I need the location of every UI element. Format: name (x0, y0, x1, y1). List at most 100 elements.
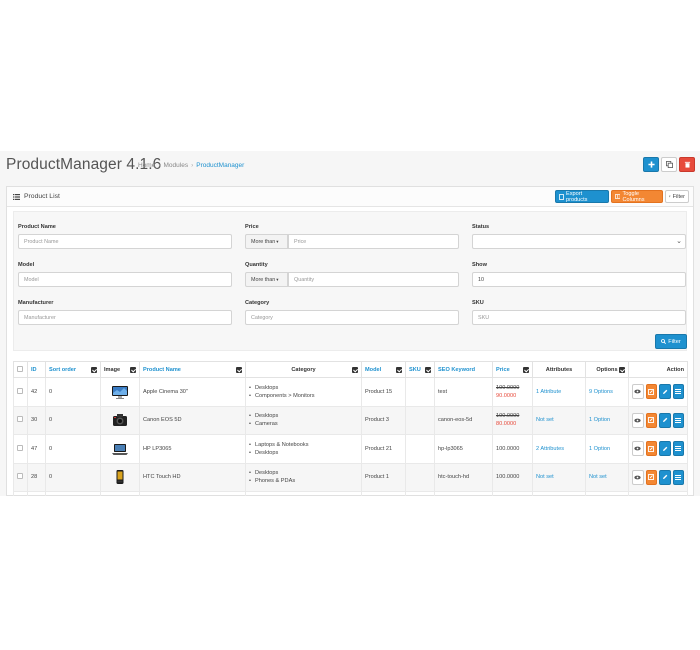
sku-label: SKU (472, 300, 484, 306)
column-visible-checkbox[interactable] (619, 367, 625, 373)
col-sku-header[interactable]: SKU (405, 361, 435, 378)
quantity-input[interactable]: Quantity (288, 272, 459, 287)
row-select-cell (13, 462, 28, 492)
options-link[interactable]: 1 Option (589, 417, 610, 423)
attributes-link[interactable]: Not set (536, 474, 554, 480)
edit-button[interactable] (659, 441, 671, 457)
view-button[interactable] (632, 441, 644, 457)
col-sort-order-label: Sort order (49, 366, 77, 373)
copy-button[interactable] (645, 469, 657, 485)
row-checkbox[interactable] (17, 416, 23, 423)
view-button[interactable] (632, 469, 644, 485)
column-visible-checkbox[interactable] (523, 367, 529, 373)
breadcrumb-separator: › (158, 162, 161, 169)
details-button[interactable] (672, 441, 684, 457)
column-visible-checkbox[interactable] (91, 367, 97, 373)
column-visible-checkbox[interactable] (425, 367, 431, 373)
row-category-cell: DesktopsPhones & PDAs (245, 462, 362, 492)
row-select-cell (13, 405, 28, 435)
col-product-name-header[interactable]: Product Name (139, 361, 246, 378)
col-price-header[interactable]: Price (492, 361, 533, 378)
row-category-cell: DesktopsCameras (245, 405, 362, 435)
edit-button[interactable] (659, 469, 671, 485)
eye-icon (634, 418, 641, 423)
breadcrumb-productmanager[interactable]: ProductManager (196, 162, 244, 169)
copy-button[interactable] (645, 441, 657, 457)
attributes-link[interactable]: Not set (536, 417, 554, 423)
column-visible-checkbox[interactable] (396, 367, 402, 373)
attributes-link[interactable]: 1 Attribute (536, 389, 561, 395)
row-checkbox[interactable] (17, 444, 23, 451)
col-id-header[interactable]: ID (27, 361, 46, 378)
copy-button[interactable] (645, 412, 657, 428)
filter-submit-button[interactable]: Filter (655, 334, 687, 349)
pencil-icon (662, 474, 668, 480)
price-old: 100.0000 (496, 384, 520, 391)
row-actions-cell (628, 434, 688, 464)
filter-toggle-button[interactable]: Filter (665, 190, 689, 203)
details-button[interactable] (672, 412, 684, 428)
view-button[interactable] (632, 412, 644, 428)
row-seo-keyword: test (434, 377, 493, 407)
row-actions-cell (628, 462, 688, 492)
row-sort-order: 0 (45, 405, 101, 435)
select-all-checkbox[interactable] (17, 365, 23, 372)
model-input[interactable]: Model (18, 272, 232, 287)
caret-down-icon: ▾ (276, 276, 279, 282)
toggle-columns-button[interactable]: Toggle Columns (611, 190, 663, 203)
row-model: Product 3 (361, 405, 406, 435)
row-sort-order: 0 (45, 377, 101, 407)
sku-input[interactable]: SKU (472, 310, 686, 325)
copy-product-button[interactable] (661, 157, 677, 172)
product-list-panel: Product List Export products Toggle Colu… (6, 186, 694, 496)
product-name-input[interactable]: Product Name (18, 234, 232, 249)
details-button[interactable] (672, 384, 684, 400)
breadcrumb-modules[interactable]: Modules (164, 162, 189, 169)
category-item: Cameras (249, 420, 358, 428)
status-select[interactable]: ⌄ (472, 234, 686, 249)
view-button[interactable] (632, 384, 644, 400)
details-button[interactable] (672, 469, 684, 485)
row-select-cell (13, 434, 28, 464)
row-id: 47 (27, 434, 46, 464)
col-options-label: Options (596, 366, 618, 373)
category-input[interactable]: Category (245, 310, 459, 325)
edit-button[interactable] (659, 412, 671, 428)
columns-icon (615, 194, 621, 199)
col-action-label: Action (666, 366, 684, 373)
col-attributes-label: Attributes (545, 366, 573, 373)
quantity-operator-select[interactable]: More than ▾ (245, 272, 288, 287)
product-table-wrapper: ID Sort order Image Product Name Categor… (13, 361, 688, 496)
manufacturer-input[interactable]: Manufacturer (18, 310, 232, 325)
price-input[interactable]: Price (288, 234, 459, 249)
edit-button[interactable] (659, 384, 671, 400)
row-product-name: Canon EOS 5D (139, 405, 246, 435)
export-products-button[interactable]: Export products (555, 190, 609, 203)
category-item: Desktops (249, 384, 358, 392)
attributes-link[interactable]: 2 Attributes (536, 446, 564, 452)
show-input[interactable]: 10 (472, 272, 686, 287)
row-image-cell (100, 434, 140, 464)
delete-product-button[interactable] (679, 157, 695, 172)
col-seo-keyword-header[interactable]: SEO Keyword (434, 361, 493, 378)
show-label: Show (472, 262, 487, 268)
column-visible-checkbox[interactable] (130, 367, 136, 373)
category-item: Components > Monitors (249, 392, 358, 400)
row-image-cell (100, 405, 140, 435)
column-visible-checkbox[interactable] (236, 367, 242, 373)
copy-button[interactable] (645, 384, 657, 400)
row-checkbox[interactable] (17, 473, 23, 480)
column-visible-checkbox[interactable] (352, 367, 358, 373)
options-link[interactable]: Not set (589, 474, 607, 480)
price-operator-select[interactable]: More than ▾ (245, 234, 288, 249)
col-options-header: Options (585, 361, 629, 378)
row-checkbox[interactable] (17, 387, 23, 394)
options-link[interactable]: 1 Option (589, 446, 610, 452)
price-special: 90.0000 (496, 392, 517, 399)
col-sort-order-header[interactable]: Sort order (45, 361, 101, 378)
add-product-button[interactable] (643, 157, 659, 172)
pencil-icon (662, 417, 668, 423)
options-link[interactable]: 9 Options (589, 389, 613, 395)
col-model-header[interactable]: Model (361, 361, 406, 378)
breadcrumb-home[interactable]: Home (138, 162, 155, 169)
